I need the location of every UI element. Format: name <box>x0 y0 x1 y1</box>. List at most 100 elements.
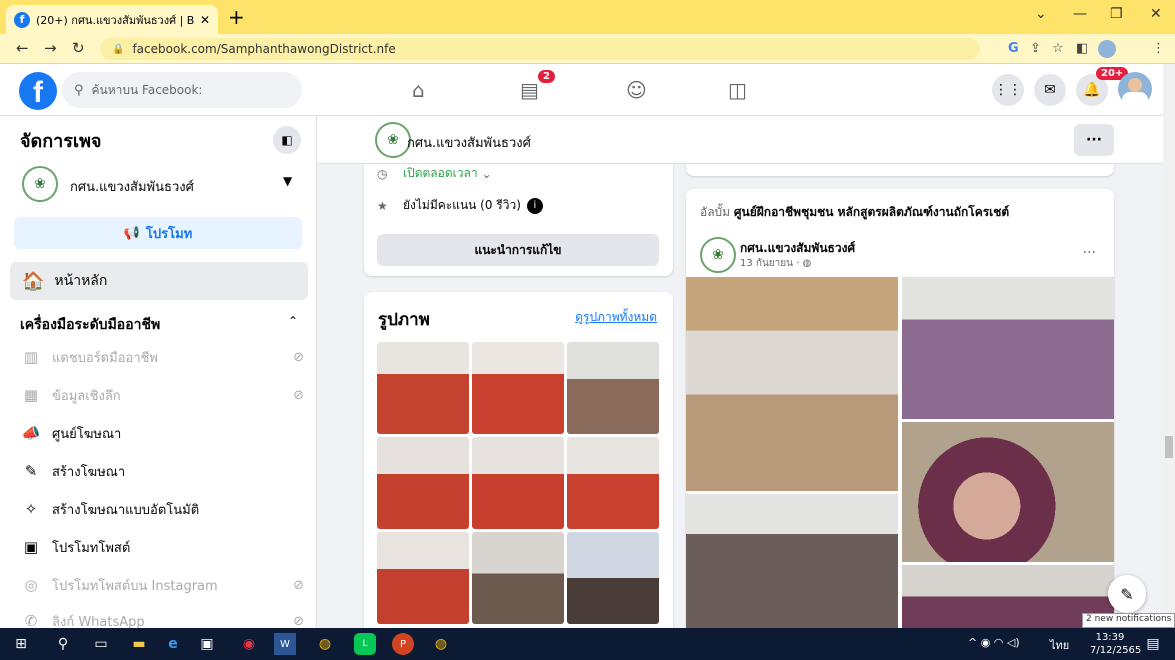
page-header-avatar[interactable]: ❀ <box>375 122 411 158</box>
sidebar-item-label: สร้างโฆษณา <box>52 464 126 480</box>
share-icon[interactable]: ⇪ <box>1030 41 1041 56</box>
word-icon[interactable]: W <box>274 633 296 655</box>
chevron-up-icon[interactable]: ⌃ <box>288 314 298 328</box>
clock[interactable]: 13:39 7/12/2565 <box>1090 631 1141 657</box>
browser-menu-icon[interactable]: ⋮ <box>1152 41 1165 56</box>
sidebar-item-label: แดชบอร์ดมืออาชีพ <box>52 350 159 366</box>
sidebar-item-dashboard[interactable]: ▥ แดชบอร์ดมืออาชีพ ⊘ <box>20 344 310 370</box>
tab-close-icon[interactable]: ✕ <box>200 13 210 27</box>
minimize-icon[interactable]: — <box>1073 6 1087 22</box>
post-date[interactable]: 13 กันยายน · ◍ <box>740 256 811 271</box>
gaming-nav-icon[interactable]: ◫ <box>728 78 747 102</box>
forward-icon[interactable]: → <box>44 39 57 57</box>
groups-nav-icon[interactable]: ☺ <box>626 78 647 102</box>
hours-row[interactable]: ◷ เปิดตลอดเวลา ⌄ <box>377 164 492 183</box>
photo-thumbnail[interactable] <box>472 532 564 624</box>
sidebar-item-whatsapp[interactable]: ✆ ลิงก์ WhatsApp ⊘ <box>20 608 310 628</box>
notification-toast[interactable]: 2 new notifications <box>1082 613 1175 628</box>
page-more-button[interactable]: ··· <box>1074 124 1114 156</box>
sidebar-item-label: ข้อมูลเชิงลึก <box>52 388 121 404</box>
sidebar-item-create-ad[interactable]: ✎ สร้างโฆษณา <box>20 458 310 484</box>
file-explorer-icon[interactable]: ▬ <box>128 633 150 655</box>
sidebar-page-name[interactable]: กศน.แขวงสัมพันธวงศ์ <box>70 176 194 197</box>
photo-thumbnail[interactable] <box>472 437 564 529</box>
sidebar-item-boost-post[interactable]: ▣ โปรโมทโพสต์ <box>20 534 310 560</box>
info-icon[interactable]: i <box>526 197 543 214</box>
photo-thumbnail[interactable] <box>377 532 469 624</box>
album-photo[interactable] <box>686 494 898 628</box>
pro-tools-section-title[interactable]: เครื่องมือระดับมืออาชีพ <box>20 314 160 336</box>
edge-icon[interactable]: e <box>162 633 184 655</box>
star-icon: ★ <box>377 198 388 213</box>
album-photo[interactable] <box>902 422 1114 562</box>
google-icon[interactable]: G <box>1008 41 1019 56</box>
home-icon: 🏠 <box>22 270 45 292</box>
sidepanel-icon[interactable]: ◧ <box>1076 41 1088 56</box>
sidebar-toggle-icon[interactable]: ◧ <box>273 126 301 154</box>
sidebar-item-auto-ads[interactable]: ✧ สร้างโฆษณาแบบอัตโนมัติ <box>20 496 310 522</box>
new-tab-button[interactable]: + <box>228 7 245 27</box>
post-author-avatar[interactable]: ❀ <box>700 237 736 273</box>
tab-search-icon[interactable]: ⌄ <box>1035 6 1047 22</box>
suggest-edit-button[interactable]: แนะนำการแก้ไข <box>377 234 659 266</box>
page-scrollbar[interactable] <box>1163 64 1175 628</box>
album-name-link[interactable]: ศูนย์ฝึกอาชีพชุมชน หลักสูตรผลิตภัณฑ์งานถ… <box>734 205 1009 219</box>
chrome-active-icon[interactable]: ◍ <box>430 633 452 655</box>
url-text: facebook.com/SamphanthawongDistrict.nfe <box>132 42 396 56</box>
caret-down-icon[interactable]: ▼ <box>283 174 292 188</box>
bookmark-star-icon[interactable]: ☆ <box>1052 41 1064 56</box>
store-icon[interactable]: ▣ <box>196 633 218 655</box>
browser-tab[interactable]: f (20+) กศน.แขวงสัมพันธวงศ์ | Bangk ✕ <box>6 5 218 34</box>
search-input[interactable]: ⚲ ค้นหาบน Facebook: <box>62 72 302 108</box>
clock-icon: ◷ <box>377 166 388 181</box>
system-tray-icons[interactable]: ^ ◉ ◠ ◁) <box>968 636 1020 649</box>
photo-thumbnail[interactable] <box>377 342 469 434</box>
reload-icon[interactable]: ↻ <box>72 39 85 57</box>
photo-thumbnail[interactable] <box>377 437 469 529</box>
page-avatar[interactable]: ❀ <box>22 166 58 202</box>
hours-text: เปิดตลอดเวลา <box>403 166 478 180</box>
restore-icon[interactable]: ❐ <box>1110 6 1123 22</box>
scrollbar-thumb[interactable] <box>1165 436 1173 458</box>
marketplace-nav-icon[interactable]: ▤ <box>520 78 539 102</box>
album-photo[interactable] <box>902 277 1114 419</box>
home-nav-icon[interactable]: ⌂ <box>412 78 425 102</box>
promote-button[interactable]: 📢 โปรโมท <box>14 217 302 249</box>
sidebar-item-insights[interactable]: ▦ ข้อมูลเชิงลึก ⊘ <box>20 382 310 408</box>
action-center-icon[interactable]: ▤ <box>1142 633 1164 655</box>
sidebar-item-label: โปรโมทโพสต์บน Instagram <box>52 578 218 594</box>
powerpoint-icon[interactable]: P <box>392 633 414 655</box>
see-all-photos-link[interactable]: ดูรูปภาพทั้งหมด <box>575 308 657 327</box>
window-close-icon[interactable]: ✕ <box>1150 6 1162 22</box>
menu-grid-icon[interactable]: ⋮⋮ <box>992 74 1024 106</box>
page-header-name[interactable]: กศน.แขวงสัมพันธวงศ์ <box>407 132 531 153</box>
sidebar-item-boost-instagram[interactable]: ◎ โปรโมทโพสต์บน Instagram ⊘ <box>20 572 310 598</box>
photo-thumbnail[interactable] <box>567 532 659 624</box>
sidebar-item-ad-center[interactable]: 📣 ศูนย์โฆษณา <box>20 420 310 446</box>
profile-icon[interactable] <box>1098 40 1116 58</box>
photo-thumbnail[interactable] <box>567 437 659 529</box>
task-view-icon[interactable]: ▭ <box>90 633 112 655</box>
album-photo[interactable] <box>686 277 898 491</box>
windows-start-icon[interactable]: ⊞ <box>10 633 32 655</box>
photo-thumbnail[interactable] <box>567 342 659 434</box>
photo-thumbnail[interactable] <box>472 342 564 434</box>
insights-icon: ▦ <box>23 386 39 404</box>
post-more-button[interactable]: ··· <box>1083 245 1096 261</box>
facebook-logo-icon[interactable]: f <box>19 72 57 110</box>
chrome-icon[interactable]: ◍ <box>314 633 336 655</box>
url-bar[interactable]: 🔒 facebook.com/SamphanthawongDistrict.nf… <box>100 38 980 60</box>
line-icon[interactable]: L <box>354 633 376 655</box>
windows-taskbar: ⊞ ⚲ ▭ ▬ e ▣ ◉ W ◍ L P ◍ ^ ◉ ◠ ◁) ไทย 13:… <box>0 628 1175 660</box>
messenger-icon[interactable]: ✉ <box>1034 74 1066 106</box>
album-post-card: อัลบั้ม ศูนย์ฝึกอาชีพชุมชน หลักสูตรผลิตภ… <box>686 189 1114 628</box>
back-icon[interactable]: ← <box>16 39 29 57</box>
user-avatar[interactable] <box>1118 72 1152 106</box>
facebook-favicon-icon: f <box>14 11 30 28</box>
app-icon[interactable]: ◉ <box>238 633 260 655</box>
tab-title: (20+) กศน.แขวงสัมพันธวงศ์ | Bangk <box>36 13 194 27</box>
taskbar-search-icon[interactable]: ⚲ <box>52 633 74 655</box>
new-message-button[interactable]: ✎ <box>1108 575 1146 613</box>
language-indicator[interactable]: ไทย <box>1050 636 1069 654</box>
sidebar-item-home[interactable]: 🏠 หน้าหลัก <box>10 262 308 300</box>
